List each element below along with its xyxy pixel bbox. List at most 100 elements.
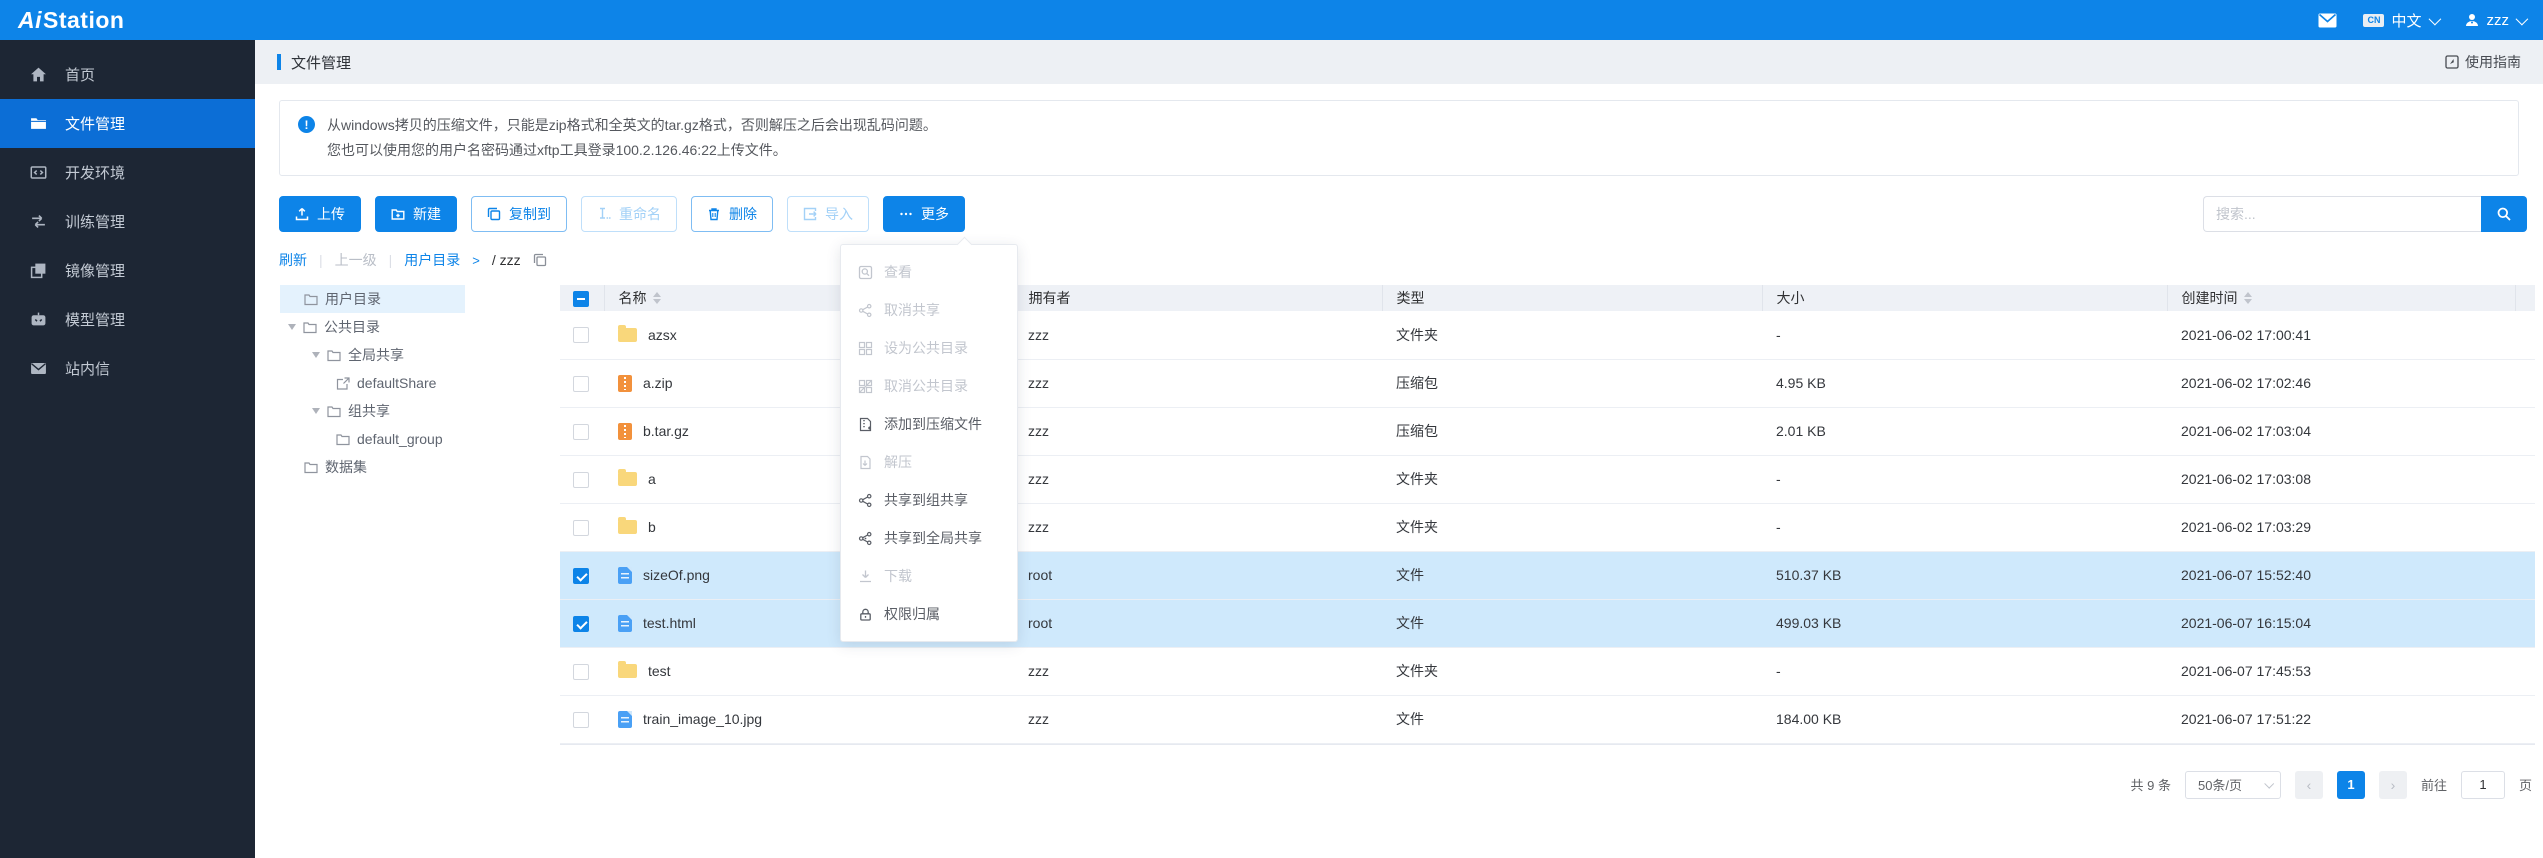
search-button[interactable] bbox=[2481, 196, 2527, 232]
directory-tree: 用户目录 公共目录 全局共享 defaultShare 组共享 default_… bbox=[280, 285, 465, 481]
caret-down-icon[interactable] bbox=[312, 408, 320, 414]
user-menu[interactable]: zzz bbox=[2464, 12, 2529, 29]
menu-item-download[interactable]: 下载 bbox=[841, 557, 1017, 595]
prev-page-button[interactable]: ‹ bbox=[2294, 770, 2323, 799]
sidebar-item-messages[interactable]: 站内信 bbox=[0, 344, 255, 393]
language-label: 中文 bbox=[2391, 12, 2422, 30]
file-size: 510.37 KB bbox=[1762, 551, 2167, 600]
file-created: 2021-06-07 17:51:22 bbox=[2167, 695, 2515, 744]
row-checkbox[interactable] bbox=[573, 519, 589, 536]
usage-guide-link[interactable]: 使用指南 bbox=[2445, 52, 2521, 72]
menu-item-add-to-archive[interactable]: 添加到压缩文件 bbox=[841, 405, 1017, 443]
file-name[interactable]: test.html bbox=[643, 615, 696, 631]
menu-item-view[interactable]: 查看 bbox=[841, 253, 1017, 291]
tree-item-default-share[interactable]: defaultShare bbox=[280, 369, 465, 397]
up-level-link[interactable]: 上一级 bbox=[335, 250, 377, 270]
share-global-icon bbox=[858, 531, 873, 546]
row-checkbox[interactable] bbox=[573, 663, 589, 680]
sidebar-item-training-management[interactable]: 训练管理 bbox=[0, 197, 255, 246]
menu-item-share-to-group[interactable]: 共享到组共享 bbox=[841, 481, 1017, 519]
file-type: 文件夹 bbox=[1382, 455, 1762, 504]
column-header-created: 创建时间 bbox=[2181, 290, 2238, 306]
refresh-link[interactable]: 刷新 bbox=[279, 250, 307, 270]
row-checkbox[interactable] bbox=[573, 615, 589, 632]
folder-outline-icon bbox=[327, 405, 341, 418]
row-checkbox[interactable] bbox=[573, 423, 589, 440]
select-all-checkbox[interactable] bbox=[573, 290, 589, 307]
tree-item-user-directory[interactable]: 用户目录 bbox=[280, 285, 465, 313]
tree-item-global-share[interactable]: 全局共享 bbox=[280, 341, 465, 369]
chevron-right-icon: > bbox=[472, 252, 480, 268]
home-icon bbox=[30, 66, 47, 83]
file-name[interactable]: azsx bbox=[648, 327, 677, 343]
search-input[interactable] bbox=[2203, 196, 2481, 232]
copy-to-button[interactable]: 复制到 bbox=[471, 196, 567, 232]
more-dots-icon bbox=[899, 207, 913, 221]
page-size-select[interactable]: 50条/页 bbox=[2184, 770, 2281, 799]
sidebar-item-home[interactable]: 首页 bbox=[0, 50, 255, 99]
file-name[interactable]: a bbox=[648, 471, 656, 487]
file-type: 文件 bbox=[1382, 695, 1762, 744]
row-checkbox[interactable] bbox=[573, 375, 589, 392]
upload-button[interactable]: 上传 bbox=[279, 196, 361, 232]
folder-outline-icon bbox=[304, 461, 318, 474]
sidebar-item-file-management[interactable]: 文件管理 bbox=[0, 99, 255, 148]
file-name[interactable]: b bbox=[648, 519, 656, 535]
sidebar-item-dev-environment[interactable]: 开发环境 bbox=[0, 148, 255, 197]
file-type-icon bbox=[618, 374, 632, 392]
sidebar-item-image-management[interactable]: 镜像管理 bbox=[0, 246, 255, 295]
row-checkbox[interactable] bbox=[573, 471, 589, 488]
tree-item-group-share[interactable]: 组共享 bbox=[280, 397, 465, 425]
folder-outline-icon bbox=[336, 433, 350, 446]
caret-down-icon[interactable] bbox=[288, 324, 296, 330]
menu-item-permission-ownership[interactable]: 权限归属 bbox=[841, 595, 1017, 633]
tree-item-dataset[interactable]: 数据集 bbox=[280, 453, 465, 481]
file-owner: root bbox=[1014, 551, 1382, 600]
current-page-button[interactable]: 1 bbox=[2336, 770, 2365, 799]
menu-item-extract[interactable]: 解压 bbox=[841, 443, 1017, 481]
file-type: 压缩包 bbox=[1382, 359, 1762, 408]
file-name[interactable]: test bbox=[648, 663, 671, 679]
external-link-icon bbox=[336, 376, 350, 390]
file-size: 499.03 KB bbox=[1762, 599, 2167, 648]
copy-path-icon[interactable] bbox=[533, 253, 547, 267]
tree-item-public-directory[interactable]: 公共目录 bbox=[280, 313, 465, 341]
column-header-type: 类型 bbox=[1382, 285, 1763, 311]
view-icon bbox=[858, 265, 873, 280]
file-owner: zzz bbox=[1014, 407, 1382, 456]
menu-item-unshare[interactable]: 取消共享 bbox=[841, 291, 1017, 329]
file-size: - bbox=[1762, 503, 2167, 552]
tree-item-default-group[interactable]: default_group bbox=[280, 425, 465, 453]
file-owner: zzz bbox=[1014, 647, 1382, 696]
next-page-button[interactable]: › bbox=[2378, 770, 2407, 799]
goto-page-input[interactable] bbox=[2460, 770, 2505, 799]
file-owner: zzz bbox=[1014, 311, 1382, 360]
file-name[interactable]: b.tar.gz bbox=[643, 423, 689, 439]
import-button[interactable]: 导入 bbox=[787, 196, 869, 232]
row-checkbox[interactable] bbox=[573, 711, 589, 728]
user-icon bbox=[2464, 12, 2480, 28]
language-switcher[interactable]: CN 中文 bbox=[2363, 10, 2441, 31]
breadcrumb-root[interactable]: 用户目录 bbox=[404, 250, 460, 270]
menu-item-share-to-global[interactable]: 共享到全局共享 bbox=[841, 519, 1017, 557]
row-checkbox[interactable] bbox=[573, 327, 589, 344]
sidebar-item-model-management[interactable]: 模型管理 bbox=[0, 295, 255, 344]
rename-button[interactable]: 重命名 bbox=[581, 196, 677, 232]
new-folder-button[interactable]: 新建 bbox=[375, 196, 457, 232]
delete-button[interactable]: 删除 bbox=[691, 196, 773, 232]
table-row[interactable]: test zzz 文件夹 - 2021-06-07 17:45:53 bbox=[560, 647, 2535, 696]
menu-item-cancel-public-dir[interactable]: 取消公共目录 bbox=[841, 367, 1017, 405]
file-name[interactable]: a.zip bbox=[643, 375, 673, 391]
sort-icon[interactable] bbox=[652, 292, 661, 304]
caret-down-icon[interactable] bbox=[312, 352, 320, 358]
file-name[interactable]: sizeOf.png bbox=[643, 567, 710, 583]
menu-item-set-public-dir[interactable]: 设为公共目录 bbox=[841, 329, 1017, 367]
pagination: 共 9 条 50条/页 ‹ 1 › 前往 页 bbox=[255, 770, 2532, 799]
more-button[interactable]: 更多 bbox=[883, 196, 965, 232]
sort-icon[interactable] bbox=[2243, 292, 2252, 304]
table-row[interactable]: train_image_10.jpg zzz 文件 184.00 KB 2021… bbox=[560, 695, 2535, 744]
app-logo: Ai Station bbox=[18, 6, 125, 33]
row-checkbox[interactable] bbox=[573, 567, 589, 584]
mail-icon[interactable] bbox=[2318, 13, 2337, 28]
file-name[interactable]: train_image_10.jpg bbox=[643, 711, 762, 727]
